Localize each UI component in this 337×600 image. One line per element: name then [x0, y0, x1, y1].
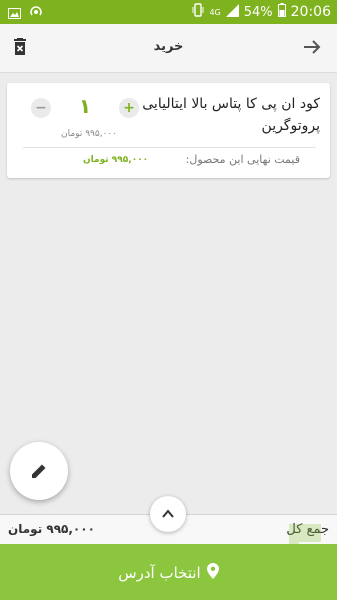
app-toolbar: خرید: [0, 24, 337, 73]
page-title: خرید: [153, 39, 184, 54]
network-type: 4G: [209, 7, 221, 17]
location-pin-icon: [206, 563, 219, 583]
quantity-value: ۱: [78, 94, 92, 118]
clock: 20:06: [290, 4, 331, 20]
vibrate-icon: [192, 3, 204, 21]
increase-quantity-button[interactable]: +: [119, 98, 139, 118]
final-price-value: ۹۹۵,۰۰۰ تومان: [83, 155, 149, 165]
quantity-stepper: − ۱ +: [31, 94, 139, 118]
image-notification-icon: [8, 4, 21, 23]
pencil-icon: [32, 464, 46, 478]
chevron-up-icon: [162, 509, 174, 518]
final-price-label: قیمت نهایی این محصول:: [185, 153, 300, 166]
card-divider: [23, 147, 316, 148]
select-address-label: انتخاب آدرس: [118, 564, 201, 582]
cart-item-card: کود ان پی کا پتاس بالا ایتالیایی پروتوگر…: [7, 83, 330, 178]
total-value: ۹۹۵,۰۰۰ تومان: [8, 522, 95, 536]
status-left-icons: [8, 4, 43, 23]
store-logo-watermark: [279, 520, 329, 600]
back-arrow-icon[interactable]: [303, 39, 321, 59]
signal-icon: [225, 3, 239, 21]
decrease-quantity-button[interactable]: −: [31, 98, 51, 118]
status-right-icons: 4G 54% 20:06: [192, 3, 331, 21]
wifi-hotspot-icon: [29, 4, 43, 23]
battery-icon: [277, 3, 286, 21]
product-name: کود ان پی کا پتاس بالا ایتالیایی پروتوگر…: [142, 96, 320, 134]
unit-price: ۹۹۵,۰۰۰ تومان: [61, 129, 118, 139]
edit-button[interactable]: [10, 442, 68, 500]
expand-summary-button[interactable]: [150, 496, 186, 532]
status-bar: 4G 54% 20:06: [0, 0, 337, 24]
battery-level: 54%: [243, 4, 273, 20]
